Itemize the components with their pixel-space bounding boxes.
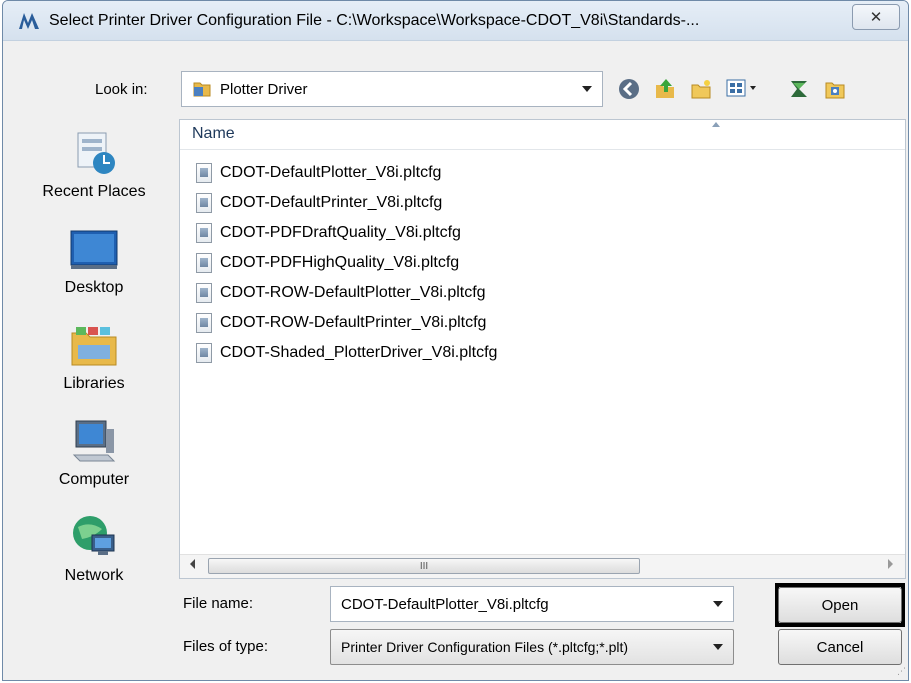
close-icon: ✕: [869, 9, 883, 26]
place-desktop[interactable]: Desktop: [19, 217, 169, 309]
file-name: CDOT-PDFDraftQuality_V8i.pltcfg: [220, 224, 461, 241]
scroll-left-icon[interactable]: [190, 559, 195, 569]
scroll-thumb[interactable]: III: [208, 558, 640, 574]
chevron-down-icon[interactable]: [582, 86, 592, 92]
microstation-app-icon: [19, 13, 39, 29]
new-folder-icon[interactable]: [687, 75, 715, 103]
file-icon: [196, 283, 212, 303]
navigation-toolbar: [615, 73, 857, 105]
file-item[interactable]: CDOT-DefaultPlotter_V8i.pltcfg: [196, 158, 497, 188]
file-name: CDOT-DefaultPlotter_V8i.pltcfg: [220, 164, 442, 181]
computer-icon: [72, 420, 116, 462]
file-item[interactable]: CDOT-PDFHighQuality_V8i.pltcfg: [196, 248, 497, 278]
file-type-value: Printer Driver Configuration Files (*.pl…: [341, 639, 629, 655]
cancel-button[interactable]: Cancel: [778, 629, 902, 665]
file-name-value: CDOT-DefaultPlotter_V8i.pltcfg: [341, 595, 549, 613]
file-rows: CDOT-DefaultPlotter_V8i.pltcfg CDOT-Defa…: [196, 158, 497, 368]
file-item[interactable]: CDOT-DefaultPrinter_V8i.pltcfg: [196, 188, 497, 218]
file-icon: [196, 313, 212, 333]
column-header-name[interactable]: Name: [180, 120, 905, 150]
place-label: Libraries: [63, 375, 125, 392]
file-name: CDOT-Shaded_PlotterDriver_V8i.pltcfg: [220, 344, 498, 361]
desktop-icon: [70, 230, 118, 269]
look-in-value: Plotter Driver: [220, 80, 308, 98]
file-item[interactable]: CDOT-ROW-DefaultPrinter_V8i.pltcfg: [196, 308, 497, 338]
place-network[interactable]: Network: [19, 505, 169, 597]
open-button[interactable]: Open: [778, 587, 902, 623]
place-label: Desktop: [64, 279, 124, 296]
place-label: Network: [64, 567, 124, 584]
file-dialog-window: Select Printer Driver Configuration File…: [2, 0, 909, 681]
chevron-down-icon[interactable]: [713, 601, 723, 607]
file-icon: [196, 193, 212, 213]
place-recent-places[interactable]: Recent Places: [19, 121, 169, 213]
close-button[interactable]: ✕: [852, 4, 900, 30]
file-icon: [196, 253, 212, 273]
look-in-dropdown[interactable]: Plotter Driver: [181, 71, 603, 107]
resize-grip-icon[interactable]: ⋰: [897, 666, 906, 677]
place-libraries[interactable]: Libraries: [19, 313, 169, 405]
file-name: CDOT-ROW-DefaultPlotter_V8i.pltcfg: [220, 284, 486, 301]
horizontal-scrollbar[interactable]: III: [180, 554, 905, 578]
back-icon[interactable]: [615, 75, 643, 103]
file-item[interactable]: CDOT-ROW-DefaultPlotter_V8i.pltcfg: [196, 278, 497, 308]
file-type-dropdown[interactable]: Printer Driver Configuration Files (*.pl…: [330, 629, 734, 665]
libraries-icon: [71, 327, 117, 366]
app-icon-1[interactable]: [785, 75, 813, 103]
file-name: CDOT-PDFHighQuality_V8i.pltcfg: [220, 254, 460, 271]
recent-places-icon: [77, 132, 115, 174]
file-name: CDOT-ROW-DefaultPrinter_V8i.pltcfg: [220, 314, 487, 331]
sort-ascending-icon: [712, 122, 720, 127]
up-folder-icon[interactable]: [651, 75, 679, 103]
file-item[interactable]: CDOT-Shaded_PlotterDriver_V8i.pltcfg: [196, 338, 497, 368]
file-type-label: Files of type:: [183, 638, 269, 655]
file-icon: [196, 163, 212, 183]
file-name-label: File name:: [183, 595, 254, 612]
file-icon: [196, 343, 212, 363]
title-bar[interactable]: Select Printer Driver Configuration File…: [3, 1, 908, 41]
look-in-label: Look in:: [95, 81, 148, 98]
chevron-down-icon[interactable]: [713, 644, 723, 650]
file-icon: [196, 223, 212, 243]
file-item[interactable]: CDOT-PDFDraftQuality_V8i.pltcfg: [196, 218, 497, 248]
file-list-view[interactable]: Name CDOT-DefaultPlotter_V8i.pltcfg CDOT…: [179, 119, 906, 579]
column-name-label: Name: [192, 125, 235, 142]
file-name-input[interactable]: CDOT-DefaultPlotter_V8i.pltcfg: [330, 586, 734, 622]
app-icon-2[interactable]: [821, 75, 849, 103]
scroll-right-icon[interactable]: [888, 559, 893, 569]
scroll-grip-icon: III: [419, 560, 429, 572]
places-bar: Recent Places Desktop Libraries Computer…: [19, 121, 169, 611]
place-label: Computer: [58, 471, 130, 488]
file-name: CDOT-DefaultPrinter_V8i.pltcfg: [220, 194, 443, 211]
place-computer[interactable]: Computer: [19, 409, 169, 501]
place-label: Recent Places: [42, 183, 146, 200]
network-icon: [73, 516, 115, 555]
view-menu-icon[interactable]: [723, 75, 763, 103]
window-title: Select Printer Driver Configuration File…: [49, 12, 700, 29]
folder-icon: [193, 82, 211, 97]
